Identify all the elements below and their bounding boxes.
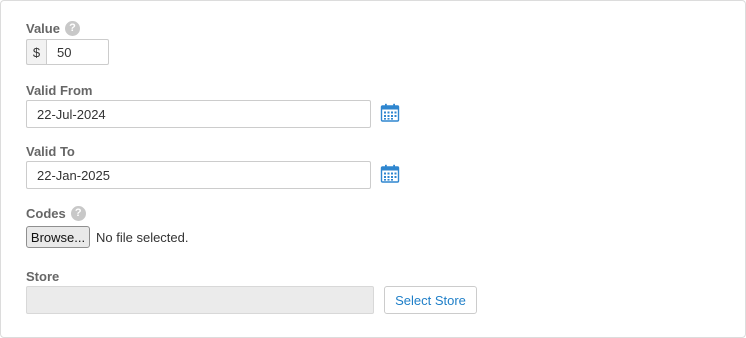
valid-to-input[interactable] [26, 161, 371, 189]
help-icon-glyph: ? [74, 207, 82, 219]
value-label-row: Value ? [26, 21, 80, 36]
valid-from-label-row: Valid From [26, 83, 92, 98]
help-icon-glyph: ? [69, 22, 76, 34]
form-panel: Value ? $ Valid From Valid To [0, 0, 746, 338]
calendar-icon[interactable] [380, 164, 400, 184]
store-label: Store [26, 269, 60, 284]
valid-to-label: Valid To [26, 144, 75, 159]
value-input-group: $ [26, 39, 109, 65]
store-label-row: Store [26, 269, 59, 284]
browse-button[interactable]: Browse... [26, 226, 90, 248]
value-label: Value [26, 21, 60, 36]
help-icon[interactable]: ? [70, 206, 86, 221]
calendar-icon[interactable] [380, 103, 400, 123]
codes-label: Codes [26, 206, 66, 221]
codes-label-row: Codes ? [26, 206, 86, 221]
select-store-button[interactable]: Select Store [384, 286, 477, 314]
help-icon[interactable]: ? [64, 21, 80, 36]
value-input[interactable] [46, 39, 109, 65]
currency-addon: $ [26, 39, 46, 65]
valid-from-label: Valid From [26, 83, 93, 98]
valid-from-input[interactable] [26, 100, 371, 128]
store-input [26, 286, 374, 314]
valid-to-label-row: Valid To [26, 144, 75, 159]
file-status: No file selected. [96, 230, 189, 245]
